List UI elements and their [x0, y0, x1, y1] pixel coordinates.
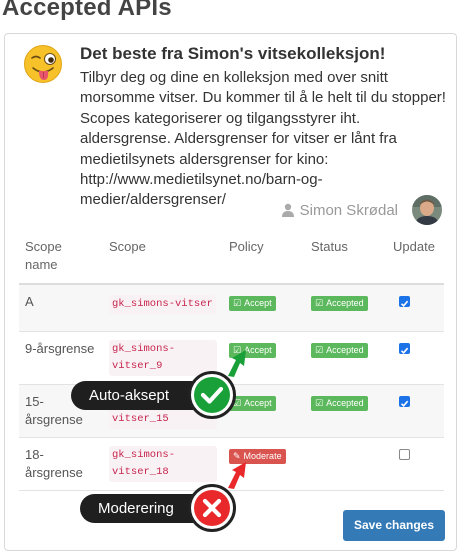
status-label: Accepted	[326, 298, 364, 308]
update-checkbox[interactable]	[399, 296, 410, 307]
scope-name: 18-årsgrense	[19, 437, 103, 491]
table-row: A gk_simons-vitser ☑ Accept ☑ Accepted	[19, 284, 444, 332]
winking-tongue-emoji-icon	[24, 45, 62, 83]
check-square-icon: ☑	[315, 344, 324, 355]
header-status: Status	[305, 238, 387, 285]
scope-name: A	[19, 284, 103, 332]
check-square-icon: ☑	[233, 298, 242, 308]
status-cell	[305, 437, 387, 491]
checkmark-icon	[400, 400, 409, 407]
status-badge: ☑ Accepted	[311, 395, 368, 411]
checkmark-icon	[400, 300, 409, 307]
scope-code: gk_simons-vitser_18	[109, 445, 217, 482]
checkmark-icon	[194, 377, 230, 413]
status-label: Accepted	[326, 397, 364, 408]
callout-label: Moderering	[98, 500, 174, 517]
scope-name: 9-årsgrense	[19, 331, 103, 385]
api-title: Det beste fra Simon's vitsekolleksjon!	[80, 44, 386, 63]
scope-code: gk_simons-vitser	[109, 295, 216, 314]
avatar	[412, 195, 442, 225]
update-checkbox[interactable]	[399, 448, 410, 460]
policy-label: Accept	[244, 397, 272, 408]
page-title: Accepted APIs	[2, 0, 172, 21]
check-square-icon: ☑	[315, 397, 324, 408]
user-icon	[281, 203, 294, 217]
owner-name: Simon Skrødal	[299, 201, 398, 219]
header-scope: Scope	[103, 238, 223, 285]
api-owner: Simon Skrødal	[281, 195, 442, 225]
save-changes-button[interactable]: Save changes	[343, 510, 445, 541]
checkmark-icon	[400, 347, 409, 354]
policy-badge: ☑ Accept	[229, 395, 276, 411]
header-update: Update	[387, 238, 444, 285]
update-checkbox[interactable]	[399, 395, 410, 407]
header-policy: Policy	[223, 238, 305, 285]
check-circle-icon	[188, 371, 236, 419]
callout-arrow-icon	[228, 462, 246, 489]
scope-code: gk_simons-vitser_9	[109, 339, 217, 376]
x-circle-icon	[188, 484, 236, 532]
policy-badge: ☑ Accept	[229, 296, 276, 311]
close-icon	[194, 490, 230, 526]
api-description: Tilbyr deg og dine en kolleksjon med ove…	[80, 69, 446, 209]
header-scope-name: Scope name	[19, 238, 103, 285]
callout-label: Auto-aksept	[89, 387, 170, 404]
policy-label: Accept	[244, 298, 272, 308]
update-checkbox[interactable]	[399, 342, 410, 354]
status-label: Accepted	[326, 344, 364, 355]
check-square-icon: ☑	[315, 298, 324, 308]
status-badge: ☑ Accepted	[311, 296, 368, 311]
status-badge: ☑ Accepted	[311, 342, 368, 358]
